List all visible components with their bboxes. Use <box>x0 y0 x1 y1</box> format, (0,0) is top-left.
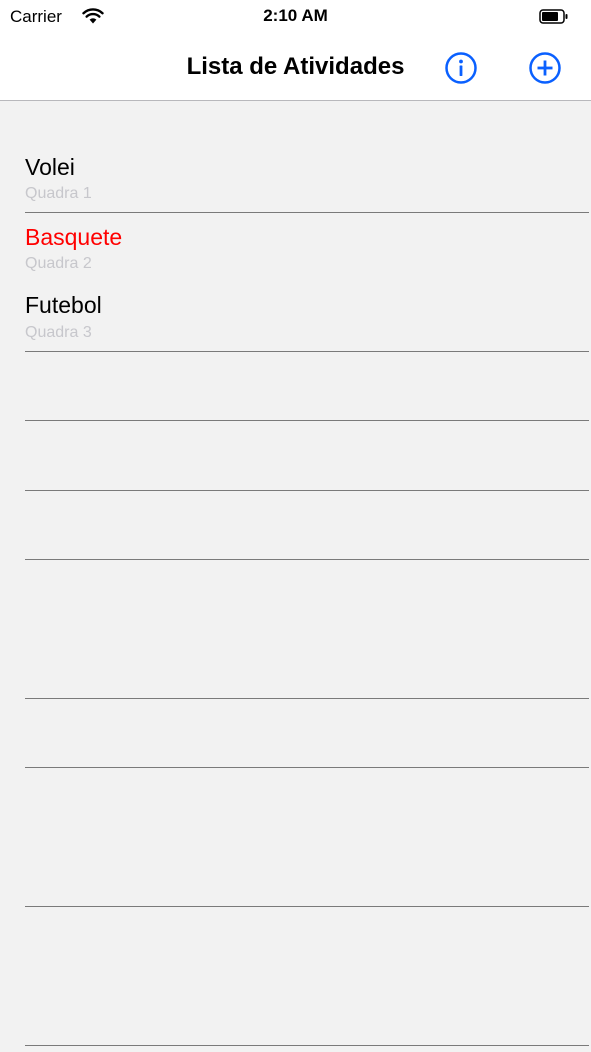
plus-circle-icon <box>529 52 561 84</box>
status-time: 2:10 AM <box>263 6 328 25</box>
page-title: Lista de Atividades <box>186 53 405 80</box>
row-separator <box>25 420 589 421</box>
row-separator <box>25 767 589 768</box>
row-separator <box>25 906 589 907</box>
info-circle-icon <box>445 52 477 84</box>
activity-row[interactable]: Basquete Quadra 2 <box>0 213 591 282</box>
add-activity-button[interactable] <box>528 51 562 85</box>
row-separator <box>25 490 589 491</box>
row-separator <box>25 1045 589 1046</box>
row-separator <box>25 351 589 352</box>
navigation-bar: Lista de Atividades <box>0 33 591 101</box>
activity-title: Basquete <box>25 224 123 250</box>
activity-subtitle: Quadra 3 <box>25 324 92 341</box>
activity-title: Futebol <box>25 292 102 318</box>
activity-subtitle: Quadra 1 <box>25 185 92 202</box>
status-bar: Carrier 2:10 AM <box>0 0 591 33</box>
activity-row[interactable]: Volei Quadra 1 <box>0 146 591 213</box>
row-separator <box>25 698 589 699</box>
activity-row[interactable]: Futebol Quadra 3 <box>0 282 591 351</box>
row-separator <box>25 559 589 560</box>
activity-subtitle: Quadra 2 <box>25 255 92 272</box>
info-button[interactable] <box>444 51 478 85</box>
activity-title: Volei <box>25 154 75 180</box>
battery-icon <box>539 9 569 25</box>
